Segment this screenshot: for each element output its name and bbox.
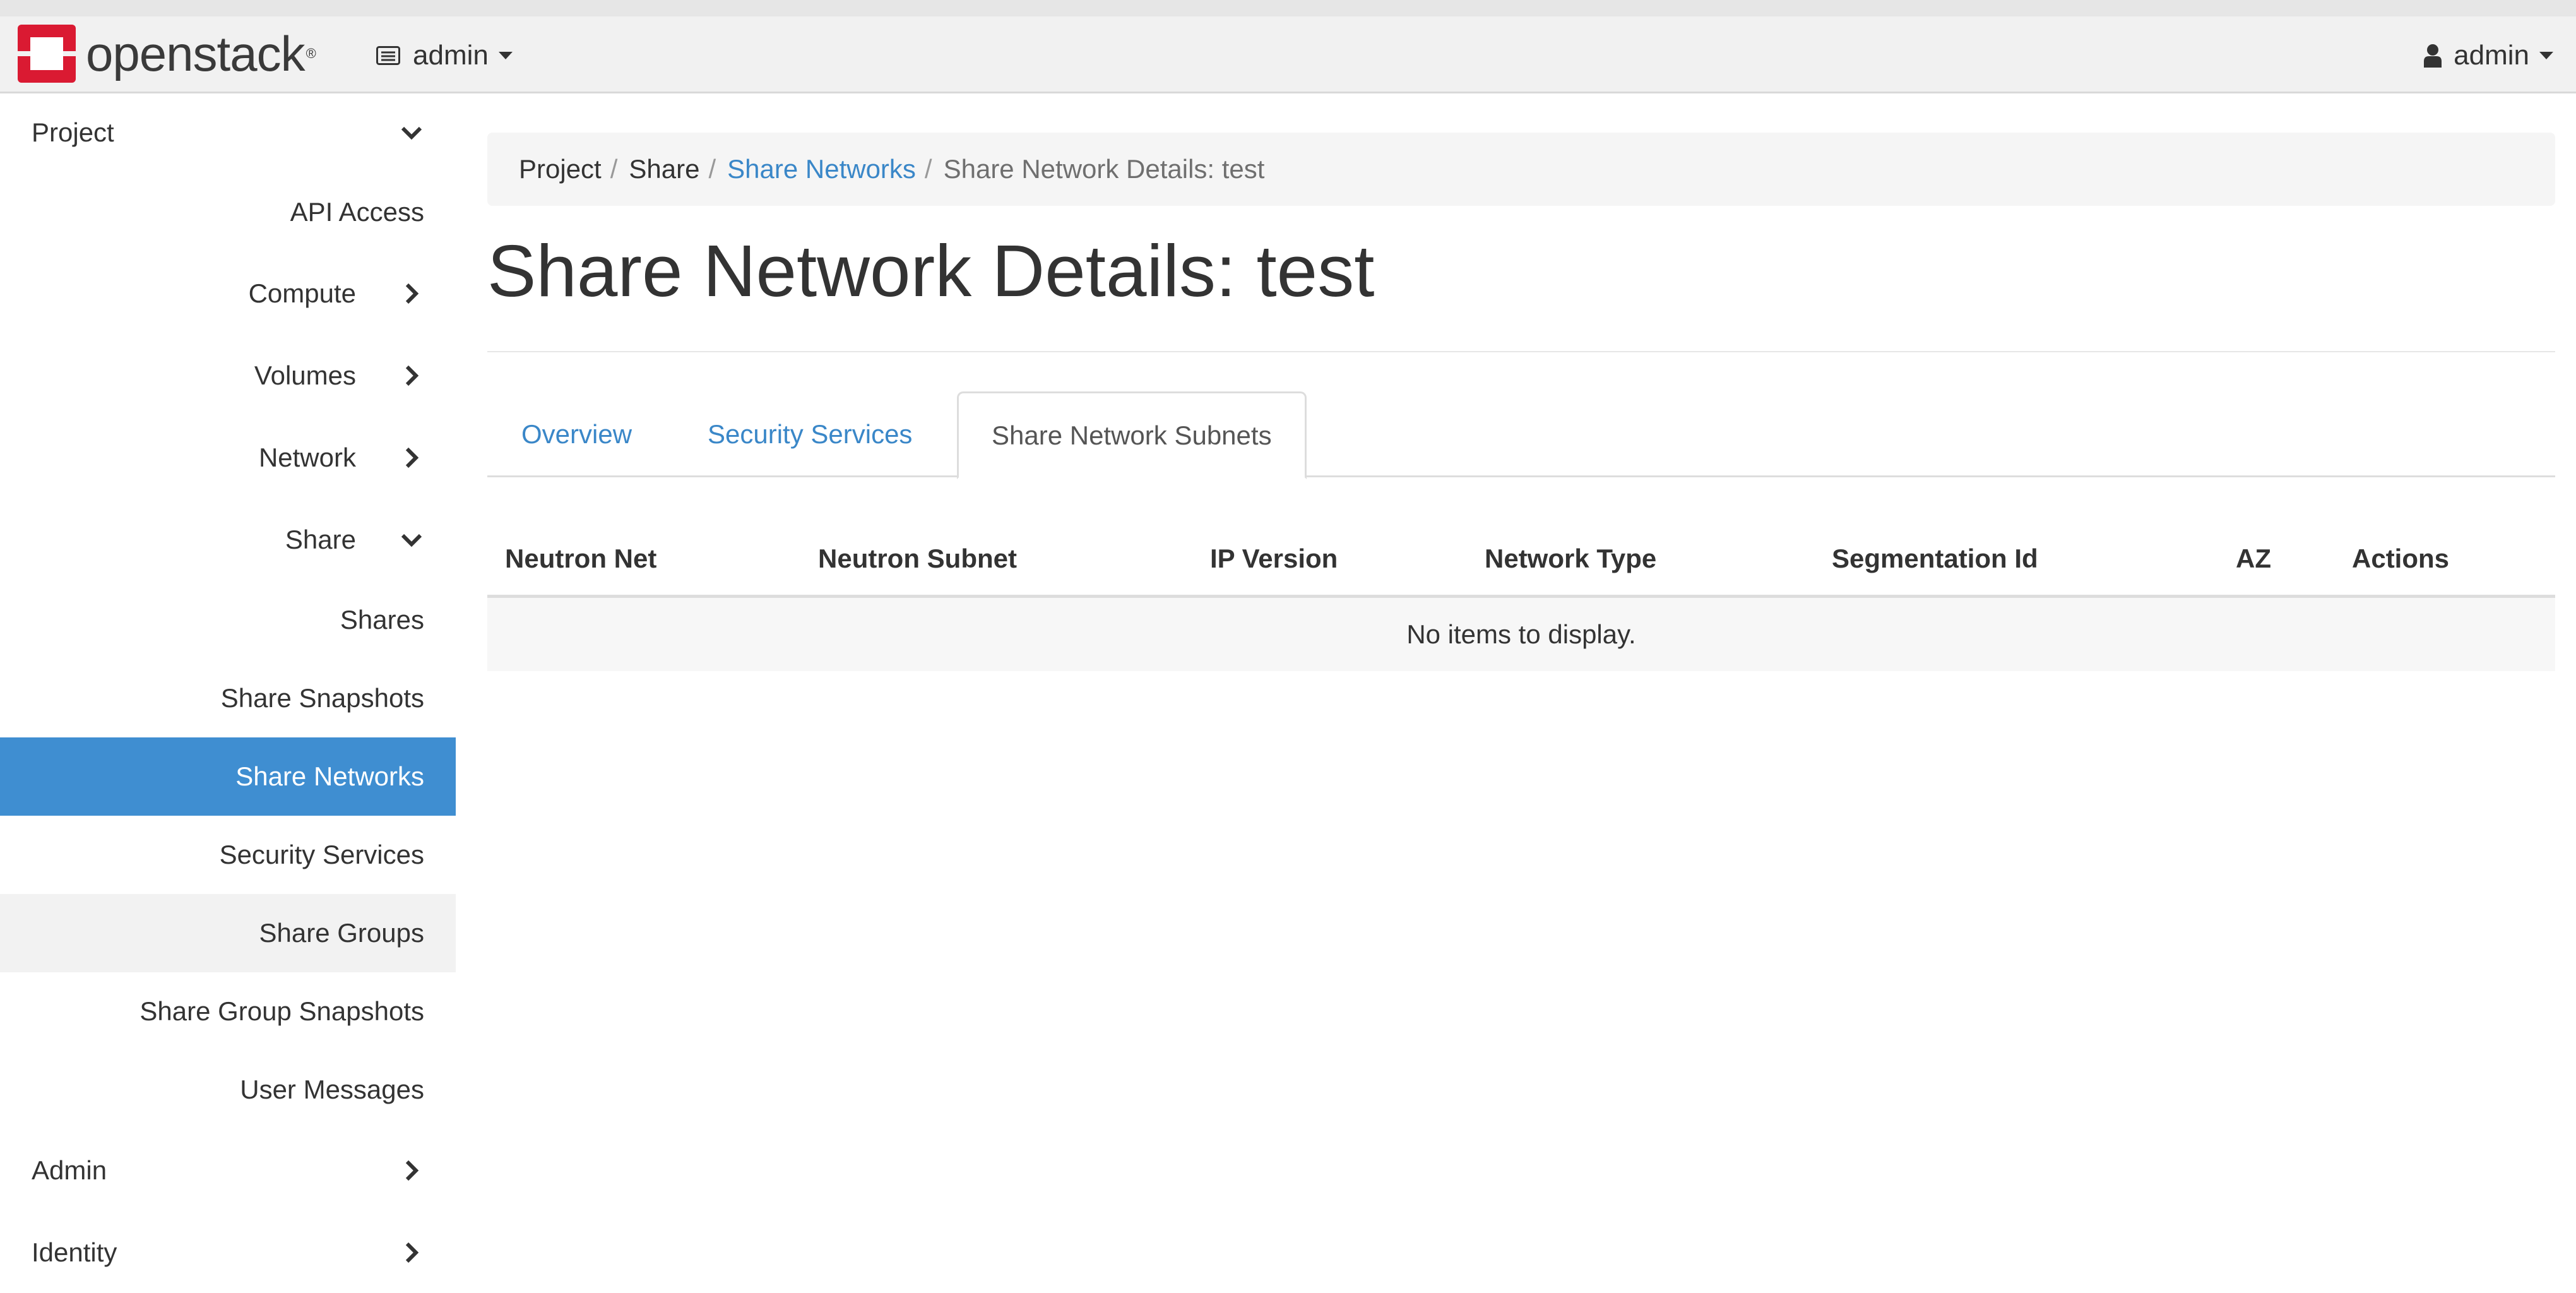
breadcrumb-separator: /	[610, 154, 618, 184]
sidebar-item-share-groups[interactable]: Share Groups	[0, 894, 456, 972]
sidebar-item-label: Share Groups	[259, 918, 424, 948]
sidebar-item-label: Compute	[248, 278, 356, 308]
breadcrumb-current: Share Network Details: test	[943, 154, 1265, 184]
column-header-neutron-net[interactable]: Neutron Net	[505, 544, 656, 574]
tab-security-services[interactable]: Security Services	[708, 391, 912, 477]
sidebar-item-label: Identity	[32, 1237, 117, 1267]
tab-overview[interactable]: Overview	[521, 391, 632, 477]
breadcrumb-share-networks-link[interactable]: Share Networks	[727, 154, 916, 184]
sidebar-item-label: Share	[285, 525, 356, 554]
top-navbar: openstack ® admin admin	[0, 0, 2576, 93]
brand-name: openstack	[86, 26, 306, 81]
sidebar-item-api-access[interactable]: API Access	[0, 172, 456, 253]
sidebar-item-label: Share Snapshots	[220, 683, 424, 713]
sidebar-item-share-group-snapshots[interactable]: Share Group Snapshots	[0, 972, 456, 1051]
project-list-icon	[376, 46, 400, 65]
column-header-ip-version[interactable]: IP Version	[1210, 544, 1338, 574]
sidebar-item-identity[interactable]: Identity	[0, 1212, 456, 1293]
column-header-network-type[interactable]: Network Type	[1485, 544, 1656, 574]
tab-label: Overview	[521, 419, 632, 449]
breadcrumb-share: Share	[629, 154, 700, 184]
sidebar-item-volumes[interactable]: Volumes	[0, 335, 456, 417]
openstack-logo-icon	[18, 25, 76, 83]
brand[interactable]: openstack ®	[18, 25, 316, 83]
breadcrumb: Project / Share / Share Networks / Share…	[487, 133, 2555, 206]
chevron-right-icon	[405, 1160, 419, 1181]
breadcrumb-separator: /	[924, 154, 932, 184]
column-header-actions: Actions	[2352, 544, 2450, 573]
sidebar-item-label: Admin	[32, 1155, 107, 1185]
sidebar-item-compute[interactable]: Compute	[0, 253, 456, 335]
column-header-segmentation-id[interactable]: Segmentation Id	[1832, 544, 2038, 574]
sidebar-item-label: User Messages	[240, 1075, 424, 1104]
sidebar-item-share[interactable]: Share	[0, 499, 456, 581]
tab-share-network-subnets[interactable]: Share Network Subnets	[957, 391, 1307, 479]
chevron-down-icon	[401, 126, 422, 140]
table-empty-row: No items to display.	[487, 598, 2555, 671]
title-divider	[487, 351, 2555, 352]
column-header-neutron-subnet[interactable]: Neutron Subnet	[818, 544, 1017, 574]
sidebar-item-shares[interactable]: Shares	[0, 581, 456, 659]
chevron-right-icon	[405, 1242, 419, 1263]
sidebar-item-admin[interactable]: Admin	[0, 1129, 456, 1212]
sidebar-item-label: Share Networks	[235, 761, 424, 791]
sidebar-nav: Project API Access Compute Volumes Netwo…	[0, 93, 456, 1293]
sidebar-item-label: Security Services	[219, 840, 424, 869]
user-icon	[2424, 44, 2442, 68]
sidebar-item-label: Network	[258, 443, 356, 472]
sidebar-item-label: Volumes	[254, 360, 356, 390]
sidebar-item-label: Share Group Snapshots	[139, 996, 424, 1026]
table-header-row: Neutron Net Neutron Subnet IP Version Ne…	[487, 523, 2555, 598]
sidebar-item-label: Project	[32, 117, 114, 147]
tab-label: Share Network Subnets	[992, 420, 1272, 450]
tab-label: Security Services	[708, 419, 913, 449]
chevron-right-icon	[405, 283, 419, 304]
brand-registered-mark: ®	[306, 45, 316, 61]
caret-down-icon	[498, 52, 513, 59]
page-title: Share Network Details: test	[487, 230, 1375, 312]
subnets-table: Neutron Net Neutron Subnet IP Version Ne…	[487, 523, 2555, 671]
sidebar-item-share-networks[interactable]: Share Networks	[0, 737, 456, 816]
empty-message: No items to display.	[1406, 619, 1636, 649]
column-header-az[interactable]: AZ	[2236, 544, 2271, 574]
chevron-down-icon	[401, 533, 422, 547]
project-switcher-label: admin	[413, 40, 489, 71]
chevron-right-icon	[405, 447, 419, 468]
sidebar-item-share-snapshots[interactable]: Share Snapshots	[0, 659, 456, 737]
sidebar-item-user-messages[interactable]: User Messages	[0, 1051, 456, 1129]
sidebar-item-label: API Access	[290, 197, 424, 227]
sidebar-item-security-services[interactable]: Security Services	[0, 816, 456, 894]
caret-down-icon	[2539, 52, 2553, 59]
sidebar-item-label: Shares	[340, 605, 424, 635]
detail-tabs: Overview Security Services Share Network…	[487, 391, 2555, 479]
breadcrumb-separator: /	[708, 154, 716, 184]
sidebar-item-network[interactable]: Network	[0, 417, 456, 499]
user-menu-label: admin	[2454, 40, 2529, 71]
breadcrumb-project: Project	[519, 154, 602, 184]
sidebar-item-project[interactable]: Project	[0, 93, 456, 172]
chevron-right-icon	[405, 365, 419, 386]
user-menu-dropdown[interactable]: admin	[2423, 30, 2553, 81]
project-switcher-dropdown[interactable]: admin	[376, 30, 513, 81]
